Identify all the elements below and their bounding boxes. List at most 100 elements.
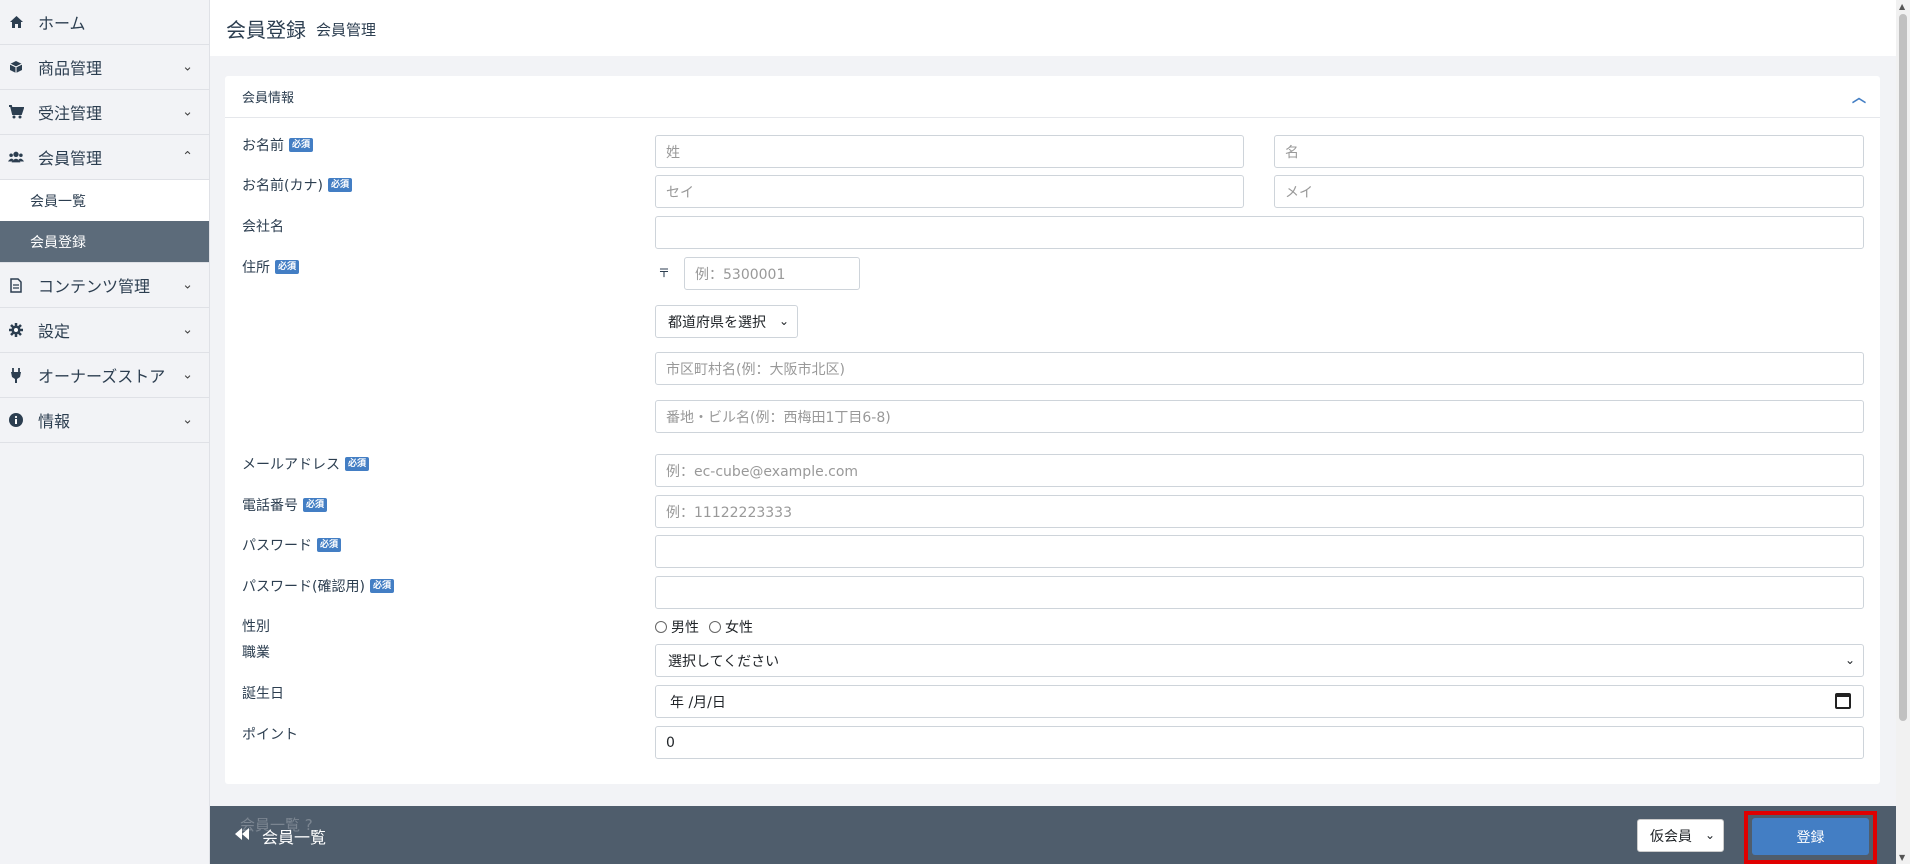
gender-female-radio[interactable] [709,621,721,633]
job-select[interactable]: 選択してください ⌄ [655,644,1864,677]
birthday-placeholder: 年 /月/日 [670,694,726,711]
page-scrollbar[interactable]: ▲ ▼ [1896,0,1910,864]
card-title: 会員情報 [242,91,295,106]
sidebar: ホーム 商品管理 ⌄ 受注管理 ⌄ 会員管理 ⌃ 会員一覧 会員登録 コンテンツ… [0,0,210,864]
chevron-down-icon: ⌄ [778,314,789,328]
postal-mark: 〒 [658,266,671,280]
password-input[interactable] [655,535,1864,568]
gender-label-text: 性別 [242,619,270,635]
gender-male-label[interactable]: 男性 [671,617,699,637]
job-label: 職業 [242,642,270,662]
nav-home-label: ホーム [38,14,86,33]
cube-icon [8,59,24,75]
address-label: 住所 必須 [242,257,300,277]
nav-members[interactable]: 会員管理 ⌃ [0,135,209,180]
chevron-down-icon: ⌄ [182,277,193,293]
nav-settings[interactable]: 設定 ⌄ [0,308,209,353]
kana-label-text: お名前(カナ) [242,178,323,194]
users-icon [8,149,24,165]
last-name-input[interactable]: 姓 [655,135,1244,168]
birthday-label: 誕生日 [242,683,284,703]
back-to-list-label: 会員一覧 [262,828,327,847]
required-badge: 必須 [369,579,394,593]
scroll-up-icon[interactable]: ▲ [1899,2,1905,11]
nav-owners-store[interactable]: オーナーズストア ⌄ [0,353,209,398]
chevron-down-icon: ⌄ [182,412,193,428]
company-input[interactable] [655,216,1864,249]
sub-member-register[interactable]: 会員登録 [0,221,209,262]
nav-members-label: 会員管理 [38,149,103,168]
gender-radios: 男性 女性 [655,617,753,637]
phone-label: 電話番号 必須 [242,495,328,515]
card-header[interactable]: 会員情報 ︿ [225,76,1880,118]
chevron-down-icon: ⌄ [1844,653,1855,667]
nav-owners-store-label: オーナーズストア [38,367,166,386]
plug-icon [8,367,24,383]
page-header: 会員登録 会員管理 [210,0,1896,56]
point-label-text: ポイント [242,727,298,743]
cart-icon [8,104,24,120]
scrollbar-thumb[interactable] [1899,14,1907,721]
password-confirm-input[interactable] [655,576,1864,609]
nav-settings-label: 設定 [38,322,71,341]
birthday-input[interactable]: 年 /月/日 [655,685,1864,718]
chevron-up-icon[interactable]: ︿ [1852,87,1866,107]
required-badge: 必須 [345,457,370,471]
city-input[interactable]: 市区町村名(例：大阪市北区) [655,352,1864,385]
nav-products-label: 商品管理 [38,59,103,78]
last-name-kana-input[interactable]: セイ [655,175,1244,208]
gear-icon [8,322,24,338]
nav-info[interactable]: 情報 ⌄ [0,398,209,443]
first-name-kana-input[interactable]: メイ [1274,175,1864,208]
required-badge: 必須 [275,260,300,274]
name-label: お名前 必須 [242,135,314,155]
password-confirm-label-text: パスワード(確認用) [242,579,365,595]
back-to-list-link[interactable]: 会員一覧 [234,824,326,848]
member-status-select[interactable]: 仮会員 ⌄ [1637,819,1724,852]
phone-input[interactable]: 例：11122223333 [655,495,1864,528]
password-label-text: パスワード [242,538,312,554]
postal-code-input[interactable]: 例：5300001 [684,257,860,290]
nav-content[interactable]: コンテンツ管理 ⌄ [0,263,209,308]
scroll-down-icon[interactable]: ▼ [1899,853,1905,862]
street-input[interactable]: 番地・ビル名(例：西梅田1丁目6-8) [655,400,1864,433]
chevron-down-icon: ⌄ [182,367,193,383]
required-badge: 必須 [317,538,342,552]
prefecture-select-value: 都道府県を選択 [668,314,766,331]
main-area: 会員登録 会員管理 会員情報 ︿ お名前 必須 姓 名 お名前(カナ) 必須 セ… [210,0,1896,864]
member-status-value: 仮会員 [1650,828,1692,845]
required-badge: 必須 [327,178,352,192]
nav-orders-label: 受注管理 [38,104,103,123]
register-button[interactable]: 登録 [1752,818,1869,855]
required-badge: 必須 [303,498,328,512]
info-icon [8,412,24,428]
first-name-input[interactable]: 名 [1274,135,1864,168]
nav-orders[interactable]: 受注管理 ⌄ [0,90,209,135]
gender-female-label[interactable]: 女性 [725,617,753,637]
phone-label-text: 電話番号 [242,498,298,514]
double-chevron-left-icon [234,828,250,844]
nav-products[interactable]: 商品管理 ⌄ [0,45,209,90]
chevron-down-icon: ⌄ [182,322,193,338]
password-label: パスワード 必須 [242,535,342,555]
chevron-down-icon: ⌄ [1704,828,1715,842]
email-input[interactable]: 例：ec-cube@example.com [655,454,1864,487]
page-title: 会員登録 [226,17,306,42]
email-label-text: メールアドレス [242,457,340,473]
page-subtitle: 会員管理 [316,20,377,39]
prefecture-select[interactable]: 都道府県を選択 ⌄ [655,305,798,338]
sub-member-list[interactable]: 会員一覧 [0,180,209,221]
calendar-icon[interactable] [1835,693,1851,709]
chevron-down-icon: ⌄ [182,104,193,120]
company-label: 会社名 [242,216,284,236]
gender-male-radio[interactable] [655,621,667,633]
address-label-text: 住所 [242,260,270,276]
point-input[interactable]: 0 [655,726,1864,759]
chevron-down-icon: ⌄ [182,59,193,75]
birthday-label-text: 誕生日 [242,686,284,702]
nav-home[interactable]: ホーム [0,0,209,45]
job-select-value: 選択してください [668,653,780,670]
chevron-up-icon: ⌃ [182,149,193,165]
required-badge: 必須 [289,138,314,152]
footer-bar: 会員一覧 ? 会員一覧 仮会員 ⌄ 登録 [210,806,1896,864]
